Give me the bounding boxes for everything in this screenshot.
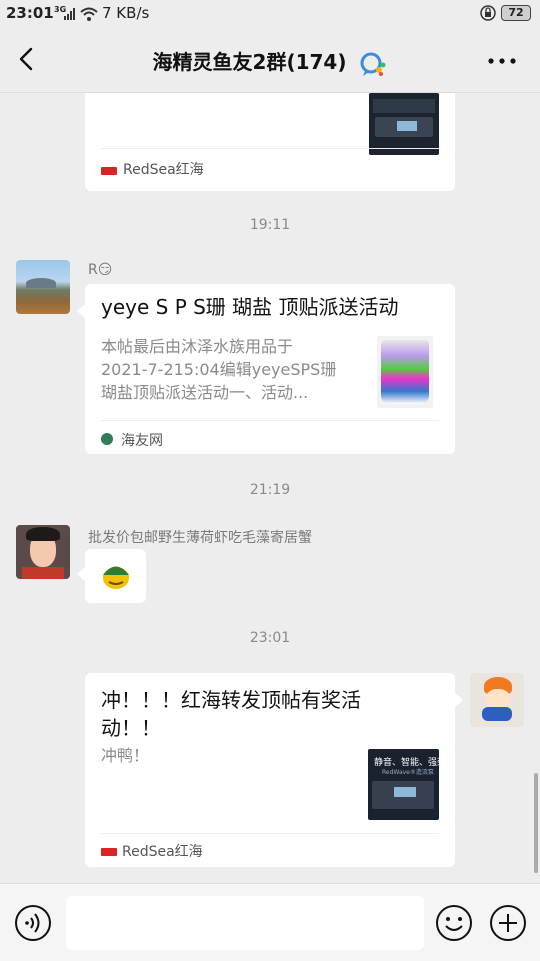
- rotation-lock-icon: [480, 5, 496, 21]
- haiyou-logo-icon: [101, 433, 113, 445]
- more-options-icon[interactable]: [488, 58, 516, 64]
- link-description: 冲鸭！: [101, 746, 150, 765]
- link-description-line-3: 瑚盐顶贴派送活动一、活动...: [101, 383, 309, 402]
- link-source: RedSea红海: [122, 844, 203, 860]
- redsea-logo-icon: [101, 167, 117, 175]
- timestamp: 21:19: [249, 482, 291, 498]
- thumb-subcaption: RedWave®造流泵: [382, 769, 434, 776]
- sender-name: R😏: [88, 262, 113, 278]
- more-functions-icon[interactable]: [489, 904, 527, 942]
- link-card-redsea-top[interactable]: RedSea红海: [85, 93, 455, 191]
- scrollbar[interactable]: [534, 773, 538, 873]
- link-thumbnail: 静音、智能、强劲 RedWave®造流泵: [368, 749, 439, 820]
- link-thumbnail: [377, 336, 433, 408]
- emoji-sticker-icon: [103, 566, 129, 589]
- link-source: RedSea红海: [123, 162, 204, 178]
- avatar[interactable]: [470, 673, 524, 727]
- avatar[interactable]: [16, 525, 70, 579]
- sticker-bubble[interactable]: [85, 549, 146, 603]
- chat-title: 海精灵鱼友2群(174): [152, 50, 347, 74]
- chat-message-list[interactable]: RedSea红海 19:11 R😏 yeye S P S珊 瑚盐 顶贴派送活动 …: [0, 93, 540, 883]
- voice-input-icon[interactable]: [14, 904, 52, 942]
- wifi-icon: [80, 7, 98, 21]
- link-description-line-2: 2021-7-215:04编辑yeyeSPS珊: [101, 360, 337, 379]
- emoji-icon[interactable]: [435, 904, 473, 942]
- link-title: yeye S P S珊 瑚盐 顶贴派送活动: [101, 295, 399, 319]
- link-card-yeye[interactable]: yeye S P S珊 瑚盐 顶贴派送活动 本帖最后由沐泽水族用品于 2021-…: [85, 284, 455, 454]
- timestamp: 23:01: [249, 630, 291, 646]
- cell-signal-icon: [64, 8, 75, 20]
- status-time: 23:01: [6, 4, 54, 22]
- battery-indicator: 72: [501, 5, 531, 21]
- link-source: 海友网: [121, 433, 163, 449]
- message-input-bar: [0, 883, 540, 961]
- chat-header: 海精灵鱼友2群(174): [0, 28, 540, 93]
- group-chat-icon: [360, 52, 386, 76]
- status-bar: 23:01 3G 7 KB/s 72: [0, 0, 540, 28]
- link-title: 冲！！！红海转发顶帖有奖活动！！: [101, 688, 361, 740]
- sender-name: 批发价包邮野生薄荷虾吃毛藻寄居蟹: [88, 530, 312, 546]
- link-description-line-1: 本帖最后由沐泽水族用品于: [101, 337, 294, 356]
- timestamp: 19:11: [249, 217, 291, 233]
- message-input[interactable]: [66, 896, 424, 950]
- avatar[interactable]: [16, 260, 70, 314]
- network-speed: 7 KB/s: [102, 4, 150, 22]
- redsea-logo-icon: [101, 848, 117, 856]
- link-card-redsea-bottom[interactable]: 冲！！！红海转发顶帖有奖活动！！ 冲鸭！ 静音、智能、强劲 RedWave®造流…: [85, 673, 455, 867]
- link-thumbnail: [369, 93, 439, 155]
